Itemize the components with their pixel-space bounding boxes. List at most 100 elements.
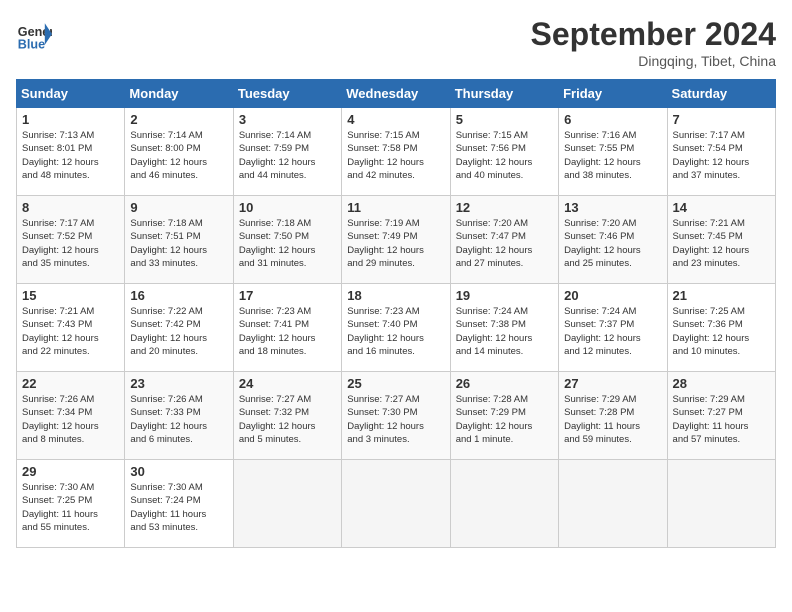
calendar-week-row: 1 Sunrise: 7:13 AM Sunset: 8:01 PM Daylig…: [17, 108, 776, 196]
weekday-header: Monday: [125, 80, 233, 108]
day-number: 3: [239, 112, 336, 127]
day-number: 6: [564, 112, 661, 127]
day-number: 11: [347, 200, 444, 215]
calendar-cell: 9 Sunrise: 7:18 AM Sunset: 7:51 PM Daylig…: [125, 196, 233, 284]
calendar-cell: 5 Sunrise: 7:15 AM Sunset: 7:56 PM Daylig…: [450, 108, 558, 196]
calendar-cell: 26 Sunrise: 7:28 AM Sunset: 7:29 PM Dayli…: [450, 372, 558, 460]
day-number: 22: [22, 376, 119, 391]
day-number: 16: [130, 288, 227, 303]
calendar-cell: 15Sunrise: 7:21 AM Sunset: 7:43 PM Dayli…: [17, 284, 125, 372]
logo: General Blue: [16, 16, 52, 52]
day-info: Sunrise: 7:29 AM Sunset: 7:28 PM Dayligh…: [564, 393, 661, 446]
day-info: Sunrise: 7:26 AM Sunset: 7:33 PM Dayligh…: [130, 393, 227, 446]
day-info: Sunrise: 7:23 AM Sunset: 7:40 PM Dayligh…: [347, 305, 444, 358]
day-info: Sunrise: 7:21 AM Sunset: 7:43 PM Dayligh…: [22, 305, 119, 358]
weekday-header: Friday: [559, 80, 667, 108]
day-info: Sunrise: 7:13 AM Sunset: 8:01 PM Dayligh…: [22, 129, 119, 182]
weekday-header: Wednesday: [342, 80, 450, 108]
calendar-cell: 20 Sunrise: 7:24 AM Sunset: 7:37 PM Dayli…: [559, 284, 667, 372]
day-number: 30: [130, 464, 227, 479]
svg-text:Blue: Blue: [18, 37, 45, 51]
month-title: September 2024: [531, 16, 776, 53]
calendar-cell: 8 Sunrise: 7:17 AM Sunset: 7:52 PM Daylig…: [17, 196, 125, 284]
calendar-cell: 16 Sunrise: 7:22 AM Sunset: 7:42 PM Dayli…: [125, 284, 233, 372]
day-info: Sunrise: 7:27 AM Sunset: 7:32 PM Dayligh…: [239, 393, 336, 446]
calendar-cell: 28 Sunrise: 7:29 AM Sunset: 7:27 PM Dayli…: [667, 372, 775, 460]
day-info: Sunrise: 7:20 AM Sunset: 7:47 PM Dayligh…: [456, 217, 553, 270]
day-number: 25: [347, 376, 444, 391]
calendar-cell: 18 Sunrise: 7:23 AM Sunset: 7:40 PM Dayli…: [342, 284, 450, 372]
day-number: 17: [239, 288, 336, 303]
weekday-header: Sunday: [17, 80, 125, 108]
day-info: Sunrise: 7:14 AM Sunset: 8:00 PM Dayligh…: [130, 129, 227, 182]
calendar-cell: 6 Sunrise: 7:16 AM Sunset: 7:55 PM Daylig…: [559, 108, 667, 196]
day-info: Sunrise: 7:29 AM Sunset: 7:27 PM Dayligh…: [673, 393, 770, 446]
day-info: Sunrise: 7:25 AM Sunset: 7:36 PM Dayligh…: [673, 305, 770, 358]
day-info: Sunrise: 7:14 AM Sunset: 7:59 PM Dayligh…: [239, 129, 336, 182]
day-info: Sunrise: 7:22 AM Sunset: 7:42 PM Dayligh…: [130, 305, 227, 358]
day-number: 18: [347, 288, 444, 303]
day-info: Sunrise: 7:27 AM Sunset: 7:30 PM Dayligh…: [347, 393, 444, 446]
weekday-header: Saturday: [667, 80, 775, 108]
day-number: 24: [239, 376, 336, 391]
day-number: 19: [456, 288, 553, 303]
calendar-cell: 24 Sunrise: 7:27 AM Sunset: 7:32 PM Dayli…: [233, 372, 341, 460]
calendar-cell: 29 Sunrise: 7:30 AM Sunset: 7:25 PM Dayli…: [17, 460, 125, 548]
day-number: 26: [456, 376, 553, 391]
day-number: 9: [130, 200, 227, 215]
calendar-cell: 7 Sunrise: 7:17 AM Sunset: 7:54 PM Daylig…: [667, 108, 775, 196]
day-number: 7: [673, 112, 770, 127]
calendar-week-row: 15Sunrise: 7:21 AM Sunset: 7:43 PM Dayli…: [17, 284, 776, 372]
day-info: Sunrise: 7:17 AM Sunset: 7:52 PM Dayligh…: [22, 217, 119, 270]
calendar-cell: 11 Sunrise: 7:19 AM Sunset: 7:49 PM Dayli…: [342, 196, 450, 284]
day-info: Sunrise: 7:19 AM Sunset: 7:49 PM Dayligh…: [347, 217, 444, 270]
day-info: Sunrise: 7:21 AM Sunset: 7:45 PM Dayligh…: [673, 217, 770, 270]
calendar-cell: 4Sunrise: 7:15 AM Sunset: 7:58 PM Daylig…: [342, 108, 450, 196]
location: Dingqing, Tibet, China: [531, 53, 776, 69]
day-info: Sunrise: 7:24 AM Sunset: 7:37 PM Dayligh…: [564, 305, 661, 358]
calendar-cell: [667, 460, 775, 548]
day-number: 28: [673, 376, 770, 391]
day-info: Sunrise: 7:26 AM Sunset: 7:34 PM Dayligh…: [22, 393, 119, 446]
calendar-cell: 10 Sunrise: 7:18 AM Sunset: 7:50 PM Dayli…: [233, 196, 341, 284]
calendar-cell: 13Sunrise: 7:20 AM Sunset: 7:46 PM Dayli…: [559, 196, 667, 284]
weekday-header-row: SundayMondayTuesdayWednesdayThursdayFrid…: [17, 80, 776, 108]
weekday-header: Thursday: [450, 80, 558, 108]
day-info: Sunrise: 7:18 AM Sunset: 7:51 PM Dayligh…: [130, 217, 227, 270]
calendar-cell: 21Sunrise: 7:25 AM Sunset: 7:36 PM Dayli…: [667, 284, 775, 372]
day-number: 2: [130, 112, 227, 127]
page-header: General Blue September 2024 Dingqing, Ti…: [16, 16, 776, 69]
calendar-week-row: 22 Sunrise: 7:26 AM Sunset: 7:34 PM Dayli…: [17, 372, 776, 460]
day-info: Sunrise: 7:15 AM Sunset: 7:58 PM Dayligh…: [347, 129, 444, 182]
day-number: 10: [239, 200, 336, 215]
day-info: Sunrise: 7:16 AM Sunset: 7:55 PM Dayligh…: [564, 129, 661, 182]
day-number: 13: [564, 200, 661, 215]
calendar-cell: 17 Sunrise: 7:23 AM Sunset: 7:41 PM Dayli…: [233, 284, 341, 372]
calendar-cell: [450, 460, 558, 548]
logo-icon: General Blue: [16, 16, 52, 52]
day-number: 20: [564, 288, 661, 303]
day-number: 14: [673, 200, 770, 215]
calendar-cell: 1 Sunrise: 7:13 AM Sunset: 8:01 PM Daylig…: [17, 108, 125, 196]
calendar-cell: [342, 460, 450, 548]
calendar-week-row: 29 Sunrise: 7:30 AM Sunset: 7:25 PM Dayli…: [17, 460, 776, 548]
calendar-cell: 14 Sunrise: 7:21 AM Sunset: 7:45 PM Dayli…: [667, 196, 775, 284]
day-number: 29: [22, 464, 119, 479]
day-number: 5: [456, 112, 553, 127]
calendar-cell: [559, 460, 667, 548]
weekday-header: Tuesday: [233, 80, 341, 108]
day-info: Sunrise: 7:23 AM Sunset: 7:41 PM Dayligh…: [239, 305, 336, 358]
day-number: 27: [564, 376, 661, 391]
day-info: Sunrise: 7:30 AM Sunset: 7:25 PM Dayligh…: [22, 481, 119, 534]
day-number: 8: [22, 200, 119, 215]
day-info: Sunrise: 7:15 AM Sunset: 7:56 PM Dayligh…: [456, 129, 553, 182]
day-number: 12: [456, 200, 553, 215]
day-info: Sunrise: 7:17 AM Sunset: 7:54 PM Dayligh…: [673, 129, 770, 182]
day-number: 1: [22, 112, 119, 127]
title-block: September 2024 Dingqing, Tibet, China: [531, 16, 776, 69]
day-info: Sunrise: 7:28 AM Sunset: 7:29 PM Dayligh…: [456, 393, 553, 446]
day-number: 23: [130, 376, 227, 391]
day-info: Sunrise: 7:18 AM Sunset: 7:50 PM Dayligh…: [239, 217, 336, 270]
calendar-cell: 30Sunrise: 7:30 AM Sunset: 7:24 PM Dayli…: [125, 460, 233, 548]
calendar-cell: 23 Sunrise: 7:26 AM Sunset: 7:33 PM Dayli…: [125, 372, 233, 460]
